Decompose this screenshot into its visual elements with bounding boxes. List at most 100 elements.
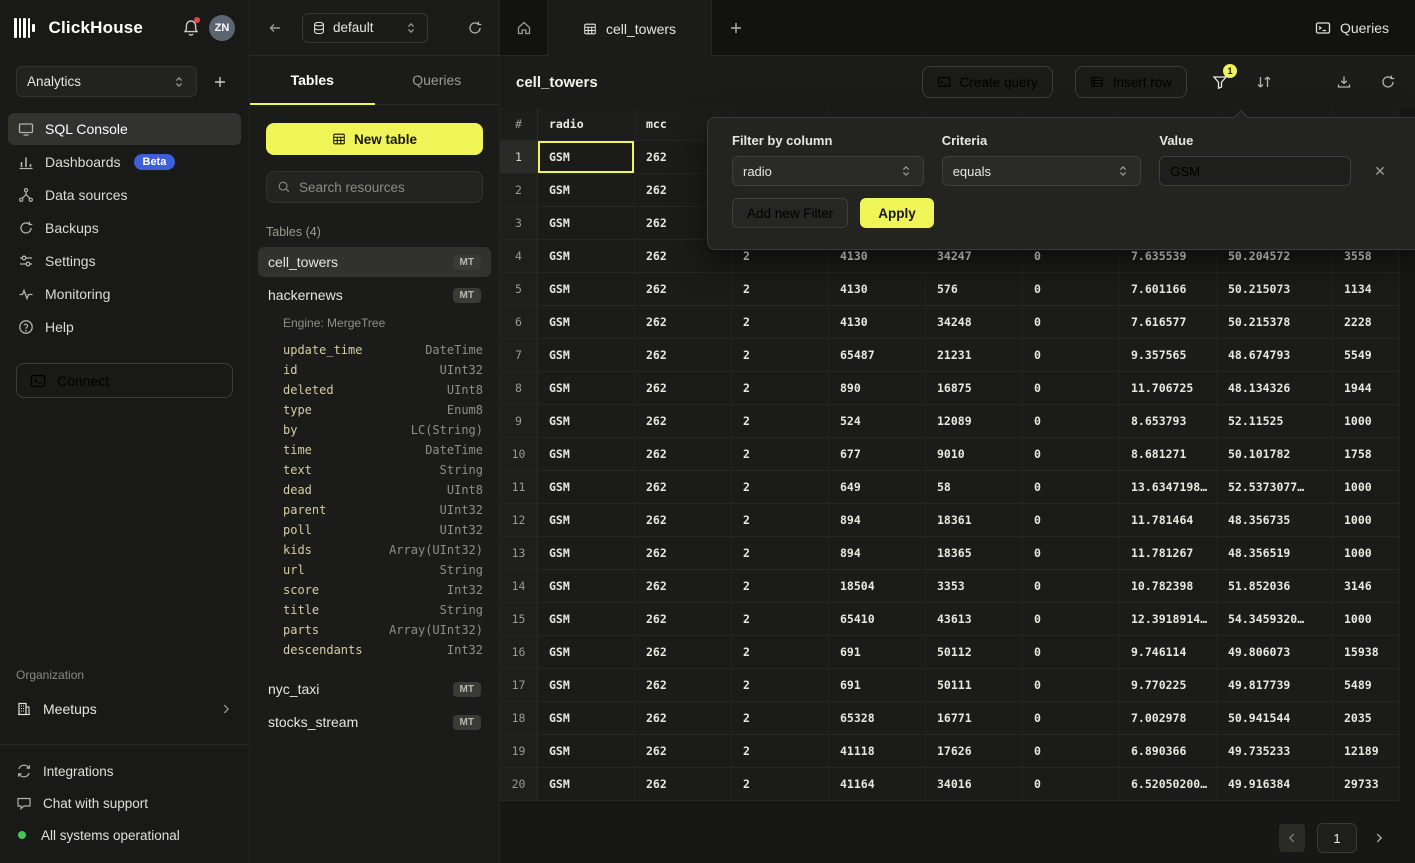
grid-cell[interactable]: 1944: [1333, 372, 1400, 404]
nav-item-backups[interactable]: Backups: [8, 212, 241, 244]
grid-cell[interactable]: 262: [635, 372, 732, 404]
grid-cell[interactable]: GSM: [538, 768, 635, 800]
grid-cell[interactable]: GSM: [538, 240, 635, 272]
grid-cell[interactable]: 2: [732, 504, 829, 536]
search-resources-input[interactable]: [299, 180, 472, 195]
tab-queries[interactable]: Queries: [375, 56, 500, 104]
grid-cell[interactable]: 2228: [1333, 306, 1400, 338]
grid-cell[interactable]: 43613: [926, 603, 1023, 635]
grid-cell[interactable]: 8.681271: [1120, 438, 1217, 470]
grid-cell[interactable]: GSM: [538, 405, 635, 437]
grid-cell[interactable]: 21231: [926, 339, 1023, 371]
grid-cell[interactable]: 262: [635, 306, 732, 338]
grid-cell[interactable]: 11.781464: [1120, 504, 1217, 536]
row-number[interactable]: 19: [500, 735, 538, 767]
grid-cell[interactable]: GSM: [538, 207, 635, 239]
previous-page-button[interactable]: [1279, 824, 1305, 852]
grid-cell[interactable]: GSM: [538, 702, 635, 734]
grid-cell[interactable]: 691: [829, 669, 926, 701]
grid-cell[interactable]: 16875: [926, 372, 1023, 404]
create-query-button[interactable]: Create query: [922, 66, 1053, 98]
grid-cell[interactable]: 9.357565: [1120, 339, 1217, 371]
grid-cell[interactable]: 649: [829, 471, 926, 503]
grid-cell[interactable]: 0: [1023, 702, 1120, 734]
grid-cell[interactable]: 262: [635, 669, 732, 701]
row-number[interactable]: 18: [500, 702, 538, 734]
row-number[interactable]: 16: [500, 636, 538, 668]
row-number[interactable]: 6: [500, 306, 538, 338]
grid-cell[interactable]: 894: [829, 537, 926, 569]
org-item-meetups[interactable]: Meetups: [16, 692, 233, 726]
row-number[interactable]: 3: [500, 207, 538, 239]
grid-cell[interactable]: 2035: [1333, 702, 1400, 734]
grid-cell[interactable]: 18361: [926, 504, 1023, 536]
page-number[interactable]: 1: [1317, 823, 1357, 853]
nav-item-sql-console[interactable]: SQL Console: [8, 113, 241, 145]
grid-cell[interactable]: 1000: [1333, 537, 1400, 569]
row-number[interactable]: 14: [500, 570, 538, 602]
add-new-filter-button[interactable]: Add new Filter: [732, 198, 848, 228]
grid-cell[interactable]: 691: [829, 636, 926, 668]
grid-cell[interactable]: 262: [635, 273, 732, 305]
grid-cell[interactable]: 48.356519: [1217, 537, 1333, 569]
grid-cell[interactable]: 0: [1023, 537, 1120, 569]
row-number[interactable]: 15: [500, 603, 538, 635]
grid-cell[interactable]: 15938: [1333, 636, 1400, 668]
row-number[interactable]: 4: [500, 240, 538, 272]
row-number[interactable]: 9: [500, 405, 538, 437]
grid-cell[interactable]: 29733: [1333, 768, 1400, 800]
grid-cell[interactable]: 11.781267: [1120, 537, 1217, 569]
grid-cell[interactable]: 894: [829, 504, 926, 536]
grid-cell[interactable]: 262: [635, 405, 732, 437]
refresh-database-icon[interactable]: [467, 20, 483, 36]
grid-cell[interactable]: GSM: [538, 372, 635, 404]
grid-cell[interactable]: 6.52050200…: [1120, 768, 1217, 800]
grid-cell[interactable]: 16771: [926, 702, 1023, 734]
grid-cell[interactable]: 34248: [926, 306, 1023, 338]
grid-cell[interactable]: 2: [732, 405, 829, 437]
grid-cell[interactable]: GSM: [538, 471, 635, 503]
grid-cell[interactable]: GSM: [538, 636, 635, 668]
grid-cell[interactable]: 0: [1023, 636, 1120, 668]
row-number[interactable]: 2: [500, 174, 538, 206]
grid-cell[interactable]: 48.674793: [1217, 339, 1333, 371]
grid-cell[interactable]: GSM: [538, 174, 635, 206]
footer-item-system-status[interactable]: All systems operational: [16, 821, 233, 849]
row-number[interactable]: 8: [500, 372, 538, 404]
grid-cell[interactable]: 50.215378: [1217, 306, 1333, 338]
grid-cell[interactable]: 262: [635, 636, 732, 668]
grid-cell[interactable]: 58: [926, 471, 1023, 503]
grid-cell[interactable]: 52.11525: [1217, 405, 1333, 437]
refresh-table-button[interactable]: [1377, 71, 1399, 93]
grid-cell[interactable]: 49.817739: [1217, 669, 1333, 701]
grid-cell[interactable]: 9010: [926, 438, 1023, 470]
grid-cell[interactable]: 4130: [829, 273, 926, 305]
grid-cell[interactable]: 5549: [1333, 339, 1400, 371]
grid-cell[interactable]: 11.706725: [1120, 372, 1217, 404]
grid-cell[interactable]: 262: [635, 735, 732, 767]
grid-cell[interactable]: 1000: [1333, 471, 1400, 503]
grid-cell[interactable]: 2: [732, 636, 829, 668]
row-number[interactable]: 13: [500, 537, 538, 569]
row-number[interactable]: 10: [500, 438, 538, 470]
grid-cell[interactable]: 50111: [926, 669, 1023, 701]
insert-row-button[interactable]: Insert row: [1075, 66, 1187, 98]
grid-cell[interactable]: 7.601166: [1120, 273, 1217, 305]
filter-value-input[interactable]: [1159, 156, 1351, 186]
grid-cell[interactable]: 262: [635, 603, 732, 635]
grid-cell[interactable]: 3146: [1333, 570, 1400, 602]
grid-cell[interactable]: 524: [829, 405, 926, 437]
grid-cell[interactable]: GSM: [538, 570, 635, 602]
tab-tables[interactable]: Tables: [250, 56, 375, 104]
grid-cell[interactable]: 0: [1023, 669, 1120, 701]
grid-cell[interactable]: 0: [1023, 372, 1120, 404]
grid-cell[interactable]: 2: [732, 570, 829, 602]
grid-cell[interactable]: 262: [635, 570, 732, 602]
nav-item-settings[interactable]: Settings: [8, 245, 241, 277]
grid-cell[interactable]: 51.852036: [1217, 570, 1333, 602]
grid-cell[interactable]: 49.806073: [1217, 636, 1333, 668]
grid-cell[interactable]: 1000: [1333, 603, 1400, 635]
grid-cell[interactable]: 17626: [926, 735, 1023, 767]
grid-cell[interactable]: 0: [1023, 339, 1120, 371]
grid-cell[interactable]: 2: [732, 273, 829, 305]
